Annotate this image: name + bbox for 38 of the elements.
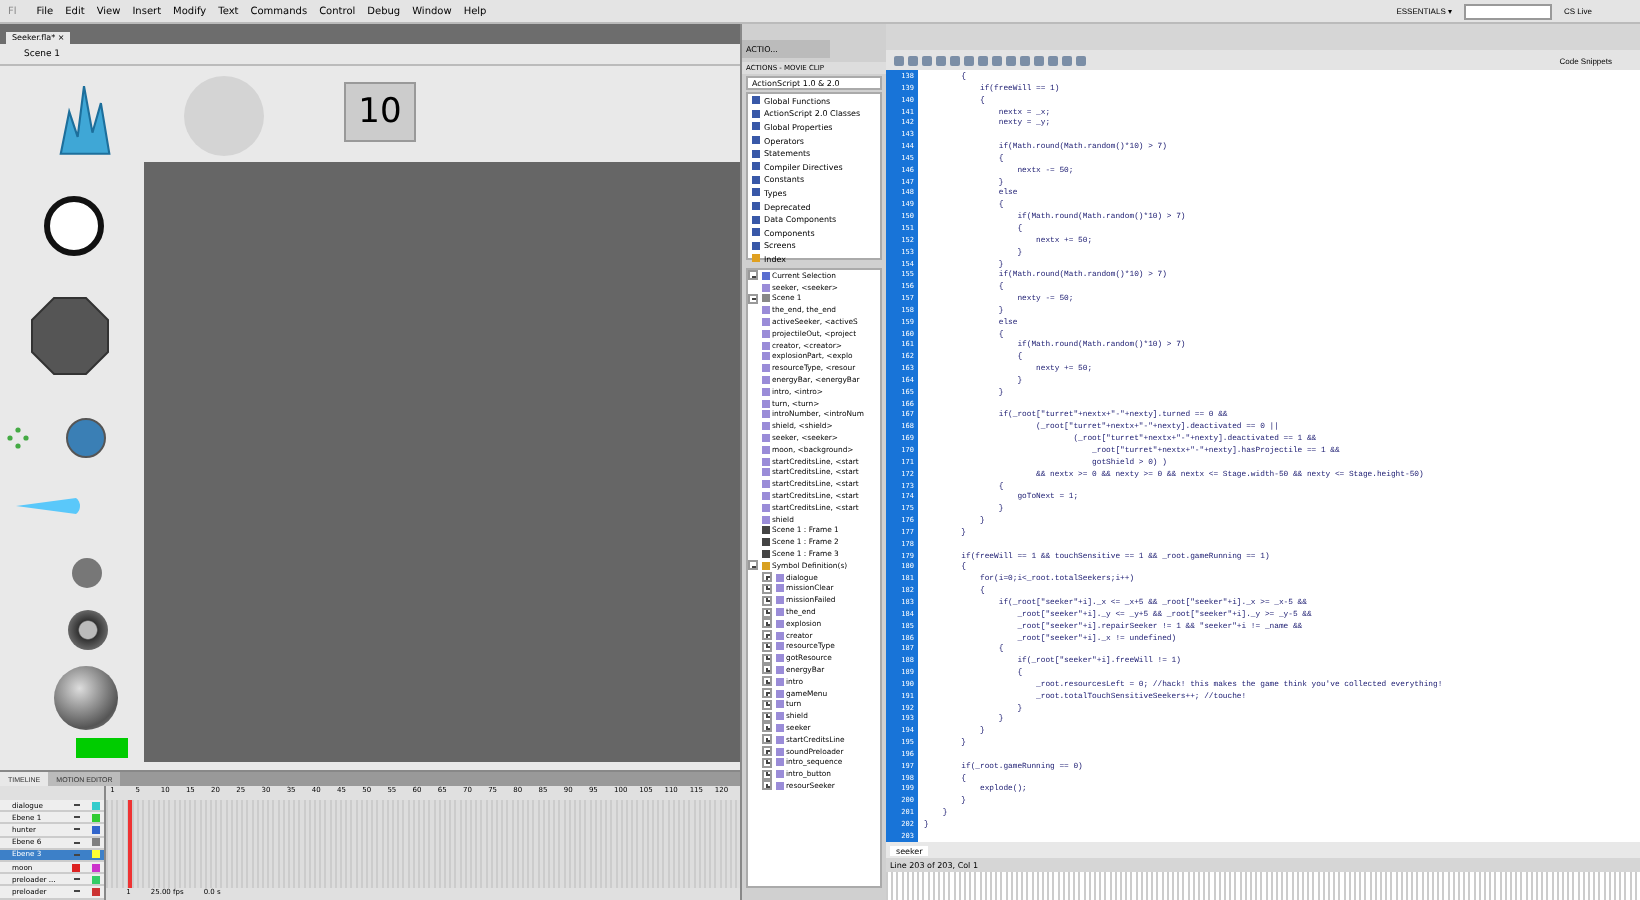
expand-icon[interactable] — [762, 769, 772, 780]
expand-icon[interactable] — [762, 653, 772, 664]
collapse-icon[interactable] — [748, 560, 758, 571]
expand-icon[interactable] — [762, 780, 772, 791]
search-field[interactable] — [1463, 3, 1552, 19]
expand-icon[interactable] — [762, 688, 772, 699]
expand-icon[interactable] — [762, 583, 772, 594]
collapse-icon[interactable] — [748, 270, 758, 281]
collapse-icon[interactable] — [748, 293, 758, 304]
ring-icon — [44, 196, 104, 256]
expand-icon[interactable] — [762, 664, 772, 675]
expand-icon[interactable] — [762, 757, 772, 768]
sphere-icon — [54, 666, 118, 730]
tree-node-icon — [762, 561, 770, 570]
gear-icon — [68, 610, 108, 650]
expand-icon[interactable] — [762, 711, 772, 722]
expand-icon[interactable] — [762, 699, 772, 710]
expand-icon[interactable] — [762, 746, 772, 757]
circle-icon — [72, 558, 102, 588]
expand-icon[interactable] — [762, 630, 772, 641]
ball-icon — [66, 418, 106, 458]
expand-icon[interactable] — [762, 607, 772, 617]
expand-icon[interactable] — [762, 722, 772, 733]
movie-clip-icon — [762, 283, 770, 292]
expand-icon[interactable] — [762, 734, 772, 745]
octagon-shape — [30, 296, 110, 376]
counter-display: 10 — [344, 82, 416, 142]
dots-icon — [6, 426, 30, 450]
expand-icon[interactable] — [762, 618, 772, 629]
tree-node-icon — [762, 271, 770, 280]
expand-icon[interactable] — [762, 595, 772, 606]
playhead[interactable] — [128, 800, 133, 888]
rectangle-icon — [76, 738, 128, 758]
hidden-icon[interactable] — [72, 863, 81, 872]
expand-icon[interactable] — [762, 676, 772, 687]
expand-icon[interactable] — [762, 641, 772, 652]
tree-node-icon — [762, 294, 770, 303]
expand-icon[interactable] — [762, 572, 772, 583]
